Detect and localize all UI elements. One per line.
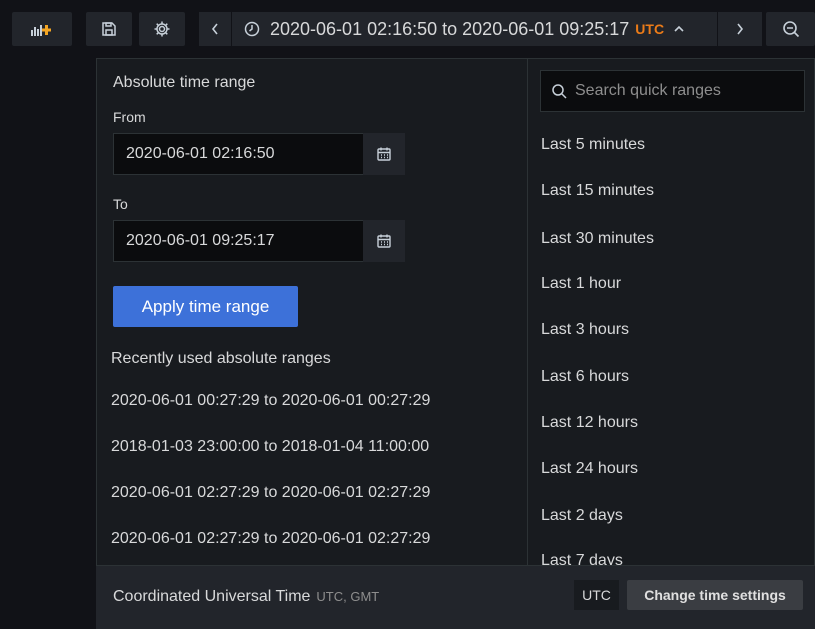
time-range-back-button[interactable] — [199, 12, 231, 46]
quick-range-item[interactable]: Last 12 hours — [541, 414, 638, 432]
dashboard-settings-button[interactable] — [139, 12, 185, 46]
utc-offset-badge: UTC — [574, 580, 619, 610]
timezone-tag: UTC — [635, 21, 665, 37]
chevron-right-icon — [737, 23, 744, 35]
zoom-out-button[interactable] — [766, 12, 815, 46]
chevron-left-icon — [211, 23, 218, 35]
to-label: To — [113, 196, 128, 212]
quick-range-item[interactable]: Last 30 minutes — [541, 230, 654, 248]
time-range-picker-button[interactable]: 2020-06-01 02:16:50 to 2020-06-01 09:25:… — [232, 12, 717, 46]
quick-range-item[interactable]: Last 5 minutes — [541, 136, 645, 154]
quick-range-item[interactable]: Last 2 days — [541, 507, 623, 525]
from-label: From — [113, 109, 146, 125]
quick-range-item[interactable]: Last 15 minutes — [541, 182, 654, 200]
recent-ranges-title: Recently used absolute ranges — [111, 350, 331, 367]
recent-range-item[interactable]: 2020-06-01 02:27:29 to 2020-06-01 02:27:… — [111, 530, 430, 548]
quick-range-list: Last 5 minutes Last 15 minutes Last 30 m… — [528, 124, 815, 565]
to-input[interactable]: 2020-06-01 09:25:17 — [113, 220, 364, 262]
search-placeholder: Search quick ranges — [575, 82, 721, 99]
timezone-info: Coordinated Universal Time UTC, GMT — [113, 588, 379, 606]
absolute-range-title: Absolute time range — [113, 74, 256, 91]
calendar-icon — [377, 147, 391, 161]
dashboard-toolbar: 2020-06-01 02:16:50 to 2020-06-01 09:25:… — [0, 0, 815, 60]
to-calendar-button[interactable] — [363, 220, 405, 262]
quick-range-item[interactable]: Last 6 hours — [541, 368, 629, 386]
add-panel-icon — [31, 25, 51, 36]
time-range-text: 2020-06-01 02:16:50 to 2020-06-01 09:25:… — [270, 18, 630, 39]
time-range-forward-button[interactable] — [718, 12, 762, 46]
recent-range-item[interactable]: 2018-01-03 23:00:00 to 2018-01-04 11:00:… — [111, 438, 429, 456]
timezone-name: Coordinated Universal Time — [113, 588, 311, 605]
quick-range-item[interactable]: Last 1 hour — [541, 275, 621, 293]
save-icon — [102, 22, 116, 36]
save-dashboard-button[interactable] — [86, 12, 132, 46]
dashboard-background — [0, 60, 96, 629]
add-panel-button[interactable] — [12, 12, 72, 46]
time-range-bar: 2020-06-01 02:16:50 to 2020-06-01 09:25:… — [199, 12, 762, 46]
zoom-out-icon — [782, 21, 799, 38]
quick-range-search-input[interactable]: Search quick ranges — [540, 70, 805, 112]
chevron-up-icon — [674, 25, 684, 32]
quick-range-item[interactable]: Last 24 hours — [541, 460, 638, 478]
quick-range-item[interactable]: Last 7 days — [541, 552, 623, 565]
timezone-abbreviations: UTC, GMT — [316, 589, 380, 604]
recent-range-item[interactable]: 2020-06-01 02:27:29 to 2020-06-01 02:27:… — [111, 484, 430, 502]
change-time-settings-button[interactable]: Change time settings — [627, 580, 803, 610]
clock-icon — [244, 21, 260, 37]
gear-icon — [154, 21, 170, 37]
from-input[interactable]: 2020-06-01 02:16:50 — [113, 133, 364, 175]
from-calendar-button[interactable] — [363, 133, 405, 175]
recent-range-item[interactable]: 2020-06-01 00:27:29 to 2020-06-01 00:27:… — [111, 392, 430, 410]
search-icon — [552, 84, 567, 99]
quick-range-item[interactable]: Last 3 hours — [541, 321, 629, 339]
calendar-icon — [377, 234, 391, 248]
apply-time-range-button[interactable]: Apply time range — [113, 286, 298, 327]
